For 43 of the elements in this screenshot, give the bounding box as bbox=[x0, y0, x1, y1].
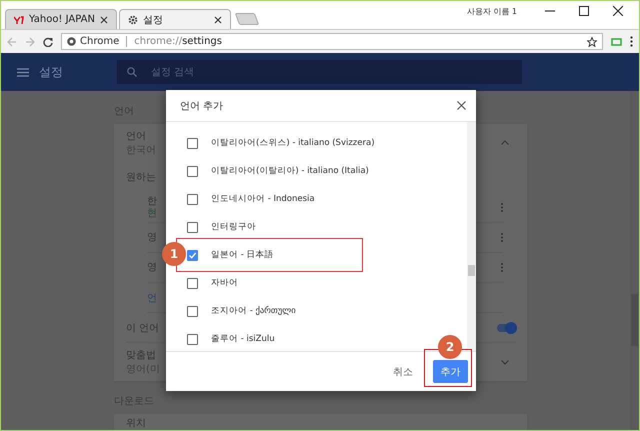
language-option[interactable]: 인터링구아 bbox=[187, 220, 256, 234]
cancel-button[interactable]: 취소 bbox=[387, 364, 419, 380]
url-text: chrome://settings bbox=[134, 36, 222, 47]
close-icon[interactable] bbox=[613, 6, 623, 16]
menu-icon[interactable] bbox=[630, 36, 633, 47]
close-icon[interactable] bbox=[214, 16, 222, 24]
address-bar[interactable]: Chrome chrome://settings bbox=[61, 33, 603, 50]
tab-title: 설정 bbox=[143, 14, 164, 26]
tab-title: Yahoo! JAPAN bbox=[29, 14, 95, 25]
reload-icon[interactable] bbox=[43, 36, 53, 46]
checkbox[interactable] bbox=[187, 138, 198, 148]
chrome-logo-icon bbox=[67, 37, 76, 46]
checkbox[interactable] bbox=[187, 306, 198, 316]
checkbox[interactable] bbox=[187, 166, 198, 176]
add-button[interactable]: 추가 bbox=[433, 360, 468, 383]
close-icon[interactable] bbox=[100, 16, 108, 24]
site-label: Chrome bbox=[80, 36, 120, 47]
close-icon[interactable] bbox=[457, 101, 466, 110]
language-option[interactable]: 자바어 bbox=[187, 276, 238, 290]
language-option[interactable]: 인도네시아어 - Indonesia bbox=[187, 192, 315, 206]
search-icon[interactable] bbox=[127, 67, 137, 77]
language-option[interactable]: 조지아어 - ქართული bbox=[187, 304, 296, 318]
dialog-title: 언어 추가 bbox=[180, 100, 224, 112]
language-option[interactable]: 일본어 - 日本語 bbox=[187, 248, 274, 262]
yahoo-icon bbox=[14, 16, 24, 24]
checkbox[interactable] bbox=[187, 278, 198, 288]
scrollbar[interactable] bbox=[467, 122, 476, 351]
language-note: 현 bbox=[147, 208, 157, 220]
maximize-icon[interactable] bbox=[579, 6, 589, 16]
checkbox[interactable] bbox=[187, 222, 198, 232]
scrollbar[interactable] bbox=[630, 91, 639, 430]
profile-name[interactable]: 사용자 이름 1 bbox=[466, 6, 517, 16]
browser-tab[interactable]: 설정 bbox=[119, 9, 231, 29]
checkbox[interactable] bbox=[187, 334, 198, 344]
language-option[interactable]: 이탈리아어(스위스) - italiano (Svizzera) bbox=[187, 136, 375, 150]
checkbox[interactable] bbox=[187, 250, 198, 260]
header-title: 설정 bbox=[39, 64, 64, 80]
checkbox[interactable] bbox=[187, 194, 198, 204]
gear-icon bbox=[128, 14, 138, 24]
language-option[interactable]: 이탈리아어(이탈리아) - italiano (Italia) bbox=[187, 164, 369, 178]
star-icon[interactable] bbox=[587, 36, 597, 46]
browser-tab[interactable]: Yahoo! JAPAN bbox=[5, 9, 117, 29]
language-option[interactable]: 줄루어 - isiZulu bbox=[187, 332, 275, 346]
